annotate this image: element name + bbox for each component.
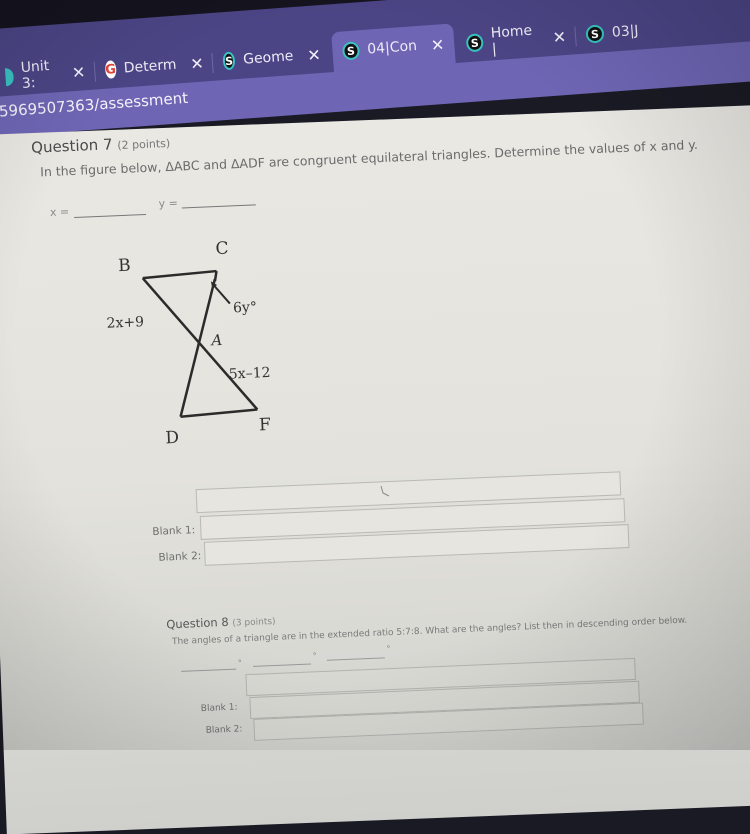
angle-answer-line-2[interactable] <box>253 663 312 667</box>
side-label-BA: 2x+9 <box>106 314 144 332</box>
q7-blank-2-label: Blank 2: <box>158 549 202 564</box>
vertex-label-F: F <box>259 415 272 435</box>
triangle-figure: B C A D F 2x+9 6y° 5x–12 <box>106 239 272 449</box>
segment-BC <box>142 269 217 280</box>
question-points: (3 points) <box>232 616 276 629</box>
question-title-text: Question 8 <box>165 614 229 632</box>
question-points: (2 points) <box>117 136 171 153</box>
vertex-label-B: B <box>118 256 131 277</box>
assessment-content: Question 7 (2 points) In the figure belo… <box>0 0 750 749</box>
y-answer-label: y = <box>158 196 179 211</box>
vertex-label-D: D <box>165 428 179 449</box>
degree-symbol: ° <box>386 644 391 654</box>
y-answer-line[interactable] <box>181 204 256 209</box>
degree-symbol: ° <box>312 651 317 661</box>
question-7-title: Question 7 (2 points) <box>30 133 171 157</box>
x-answer-label: x = <box>49 205 70 219</box>
angle-answer-line-3[interactable] <box>326 657 385 661</box>
angle-answer-line-1[interactable] <box>181 668 237 672</box>
q8-blank-1-label: Blank 1: <box>200 702 238 715</box>
segment-BF <box>141 277 259 411</box>
vertex-label-A: A <box>209 331 223 350</box>
angle-label-C: 6y° <box>233 299 257 316</box>
mouse-cursor-icon <box>380 485 390 497</box>
question-8-title: Question 8 (3 points) <box>166 613 276 632</box>
q7-blank-1-label: Blank 1: <box>152 524 196 538</box>
q8-blank-2-label: Blank 2: <box>205 724 243 736</box>
segment-DF <box>180 408 258 418</box>
segment-C-corner <box>213 270 218 282</box>
side-label-AF: 5x–12 <box>229 365 271 383</box>
question-title-text: Question 7 <box>30 135 113 157</box>
x-answer-line[interactable] <box>74 213 147 218</box>
vertex-label-C: C <box>215 239 229 260</box>
degree-symbol: ° <box>237 658 243 668</box>
